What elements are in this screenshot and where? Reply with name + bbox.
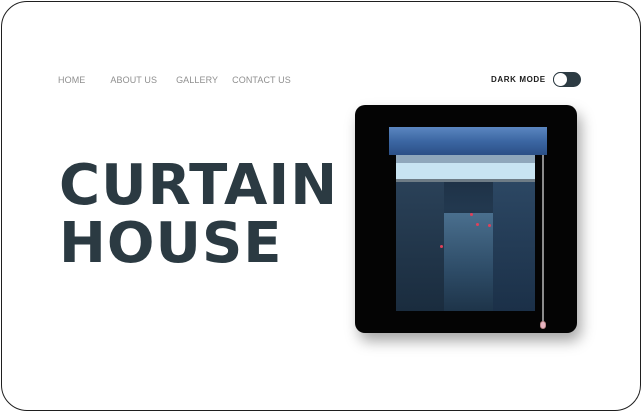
hero-title-line-2: HOUSE xyxy=(59,211,283,276)
window-sky-light xyxy=(396,163,535,179)
dark-mode-toggle[interactable] xyxy=(552,72,581,87)
roller-blind xyxy=(389,127,547,155)
dark-mode-label: DARK MODE xyxy=(491,75,546,84)
nav-home-link[interactable]: HOME xyxy=(58,75,85,85)
street-light xyxy=(476,223,479,226)
main-nav: HOME ABOUT US GALLERY CONTACT US xyxy=(58,75,291,85)
street-light xyxy=(488,224,491,227)
street-light xyxy=(440,245,443,248)
nav-contact-us-link[interactable]: CONTACT US xyxy=(232,75,291,85)
blind-cord xyxy=(542,155,544,323)
window-view-rainy-street xyxy=(396,153,535,311)
building-left xyxy=(396,182,444,311)
toggle-knob xyxy=(552,72,568,87)
nav-about-us-link[interactable]: ABOUT US xyxy=(110,75,157,85)
street xyxy=(444,213,493,311)
building-right xyxy=(493,182,535,311)
blind-cord-handle[interactable] xyxy=(540,321,546,329)
nav-gallery-link[interactable]: GALLERY xyxy=(176,75,218,85)
street-light xyxy=(470,213,473,216)
dark-mode-control: DARK MODE xyxy=(491,72,581,87)
hero-title: CURTAIN HOUSE xyxy=(59,157,338,273)
hero-title-line-1: CURTAIN xyxy=(59,153,339,218)
app-frame: HOME ABOUT US GALLERY CONTACT US DARK MO… xyxy=(1,1,641,411)
window-illustration xyxy=(355,105,577,333)
